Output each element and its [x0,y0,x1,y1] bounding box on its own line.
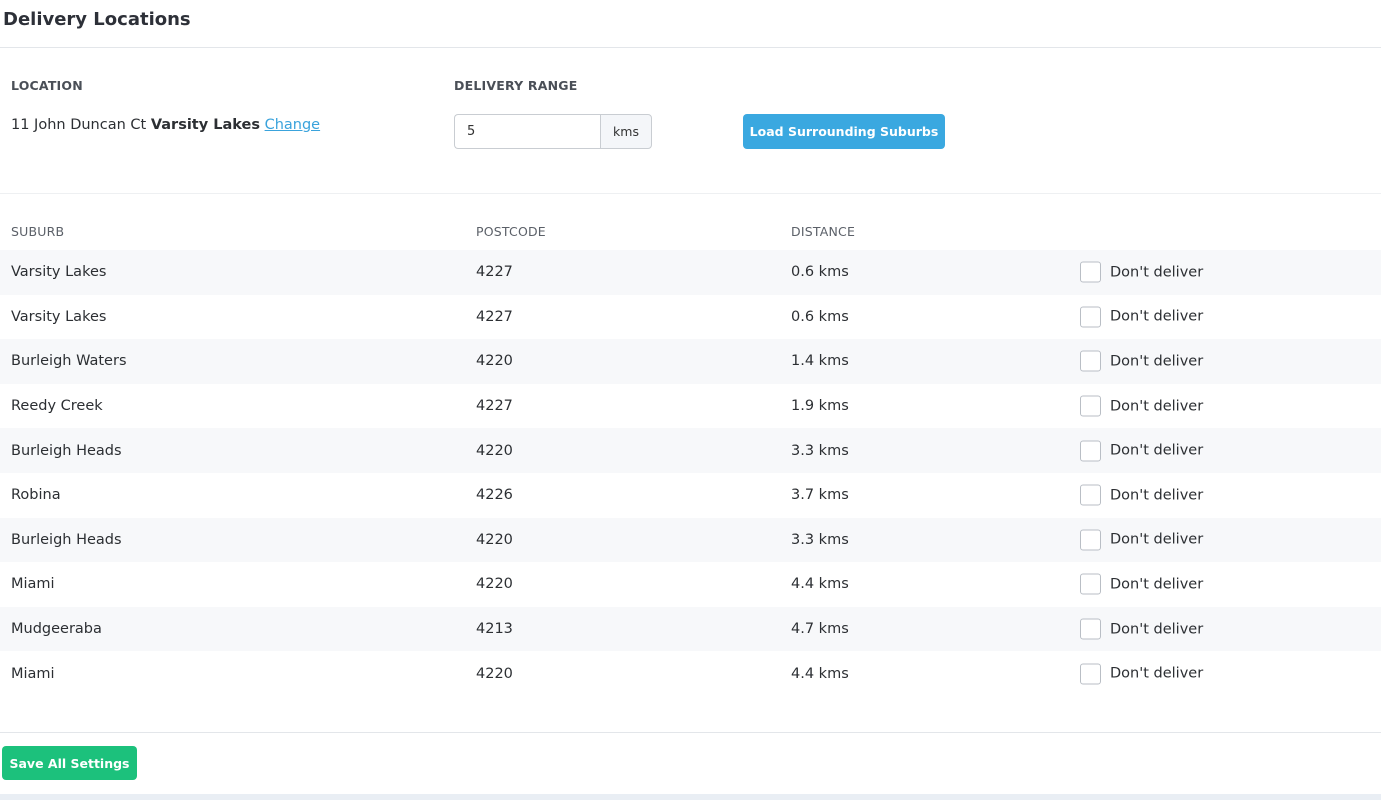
cell-suburb: Robina [11,487,61,504]
dont-deliver-option[interactable]: Don't deliver [1080,618,1204,640]
dont-deliver-checkbox[interactable] [1080,261,1101,283]
dont-deliver-label: Don't deliver [1110,353,1204,370]
cell-postcode: 4220 [476,353,513,370]
cell-postcode: 4227 [476,398,513,415]
dont-deliver-label: Don't deliver [1110,621,1204,638]
cell-suburb: Burleigh Heads [11,531,122,548]
dont-deliver-option[interactable]: Don't deliver [1080,261,1204,283]
dont-deliver-checkbox[interactable] [1080,395,1101,417]
dont-deliver-checkbox[interactable] [1080,529,1101,551]
dont-deliver-label: Don't deliver [1110,576,1204,593]
dont-deliver-label: Don't deliver [1110,665,1204,682]
cell-distance: 1.4 kms [791,353,849,370]
page-header: Delivery Locations [0,0,1381,48]
column-header-distance: DISTANCE [791,224,856,239]
range-unit-addon: kms [600,114,652,149]
table-row: Miami 4220 4.4 kms Don't deliver [0,651,1381,696]
cell-postcode: 4226 [476,487,513,504]
cell-distance: 4.4 kms [791,665,849,682]
delivery-range-group: kms [454,114,652,149]
cell-suburb: Miami [11,576,55,593]
cell-postcode: 4227 [476,308,513,325]
location-label: LOCATION [11,78,83,93]
cell-postcode: 4213 [476,621,513,638]
cell-postcode: 4220 [476,442,513,459]
section-divider [0,193,1381,194]
cell-distance: 1.9 kms [791,398,849,415]
dont-deliver-option[interactable]: Don't deliver [1080,440,1204,462]
column-header-suburb: SUBURB [11,224,65,239]
dont-deliver-checkbox[interactable] [1080,618,1101,640]
dont-deliver-label: Don't deliver [1110,531,1204,548]
change-location-link[interactable]: Change [265,117,321,133]
cell-suburb: Varsity Lakes [11,264,107,281]
delivery-range-input[interactable] [454,114,600,149]
page-title: Delivery Locations [3,9,191,30]
dont-deliver-option[interactable]: Don't deliver [1080,395,1204,417]
delivery-range-label: DELIVERY RANGE [454,78,578,93]
dont-deliver-option[interactable]: Don't deliver [1080,663,1204,685]
bottom-strip [0,794,1381,800]
table-row: Reedy Creek 4227 1.9 kms Don't deliver [0,384,1381,429]
cell-suburb: Varsity Lakes [11,308,107,325]
cell-distance: 4.4 kms [791,576,849,593]
table-row: Burleigh Heads 4220 3.3 kms Don't deliver [0,517,1381,563]
footer-divider [0,732,1381,733]
cell-distance: 3.3 kms [791,531,849,548]
dont-deliver-option[interactable]: Don't deliver [1080,529,1204,551]
address-suburb: Varsity Lakes [150,117,260,133]
dont-deliver-label: Don't deliver [1110,398,1204,415]
dont-deliver-label: Don't deliver [1110,308,1204,325]
cell-postcode: 4220 [476,576,513,593]
dont-deliver-label: Don't deliver [1110,264,1204,281]
cell-suburb: Burleigh Heads [11,442,122,459]
cell-distance: 3.3 kms [791,442,849,459]
dont-deliver-checkbox[interactable] [1080,484,1101,506]
location-address: 11 John Duncan Ct Varsity Lakes Change [11,117,320,133]
dont-deliver-checkbox[interactable] [1080,663,1101,685]
dont-deliver-option[interactable]: Don't deliver [1080,573,1204,595]
cell-postcode: 4227 [476,264,513,281]
dont-deliver-option[interactable]: Don't deliver [1080,484,1204,506]
cell-distance: 3.7 kms [791,487,849,504]
cell-distance: 4.7 kms [791,621,849,638]
cell-postcode: 4220 [476,531,513,548]
column-header-postcode: POSTCODE [476,224,546,239]
dont-deliver-option[interactable]: Don't deliver [1080,306,1204,328]
dont-deliver-checkbox[interactable] [1080,573,1101,595]
save-all-settings-button[interactable]: Save All Settings [2,746,137,780]
table-row: Varsity Lakes 4227 0.6 kms Don't deliver [0,250,1381,295]
dont-deliver-option[interactable]: Don't deliver [1080,350,1204,372]
suburb-table-body: Varsity Lakes 4227 0.6 kms Don't deliver Var… [0,250,1381,696]
cell-distance: 0.6 kms [791,264,849,281]
table-row: Burleigh Heads 4220 3.3 kms Don't deliver [0,428,1381,473]
cell-suburb: Miami [11,665,55,682]
dont-deliver-checkbox[interactable] [1080,350,1101,372]
cell-suburb: Burleigh Waters [11,353,127,370]
dont-deliver-label: Don't deliver [1110,442,1204,459]
table-row: Miami 4220 4.4 kms Don't deliver [0,562,1381,607]
cell-postcode: 4220 [476,665,513,682]
cell-distance: 0.6 kms [791,308,849,325]
dont-deliver-label: Don't deliver [1110,487,1204,504]
table-row: Mudgeeraba 4213 4.7 kms Don't deliver [0,606,1381,652]
table-row: Robina 4226 3.7 kms Don't deliver [0,473,1381,518]
table-row: Varsity Lakes 4227 0.6 kms Don't deliver [0,295,1381,340]
table-row: Burleigh Waters 4220 1.4 kms Don't deliver [0,339,1381,384]
load-surrounding-suburbs-button[interactable]: Load Surrounding Suburbs [743,114,945,149]
dont-deliver-checkbox[interactable] [1080,440,1101,462]
cell-suburb: Mudgeeraba [11,621,102,638]
address-street: 11 John Duncan Ct [11,117,147,133]
cell-suburb: Reedy Creek [11,398,103,415]
dont-deliver-checkbox[interactable] [1080,306,1101,328]
